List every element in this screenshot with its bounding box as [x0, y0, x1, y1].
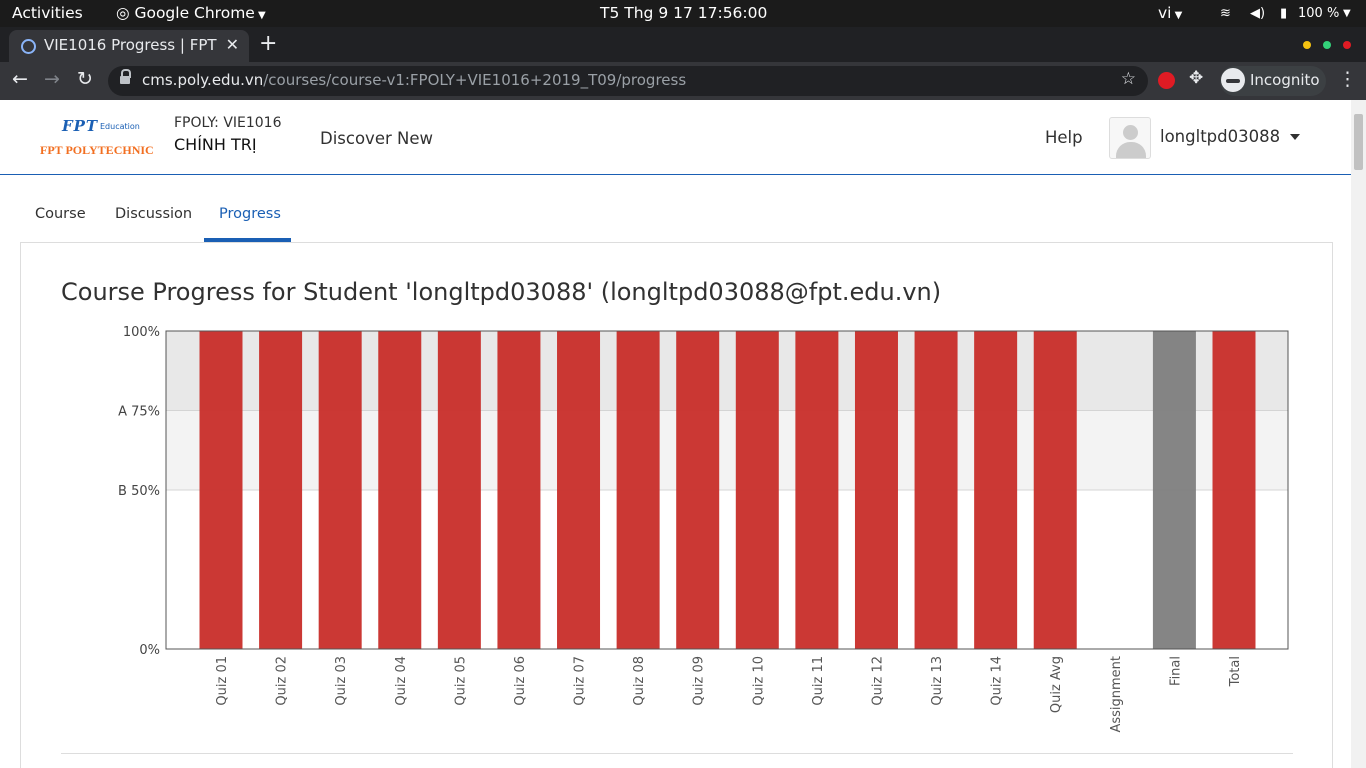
forward-icon[interactable]: → — [44, 68, 60, 90]
chrome-icon: ◎ — [116, 4, 135, 22]
chart-bar — [318, 331, 362, 649]
x-tick-label: Assignment — [1109, 656, 1124, 733]
chart-bar — [199, 331, 243, 649]
system-menu-chevron-icon[interactable]: ▼ — [1343, 8, 1351, 19]
system-top-bar: Activities ◎ Google Chrome ▼ T5 Thg 9 17… — [0, 0, 1366, 27]
chart-bar — [259, 331, 303, 649]
chart-bar — [974, 331, 1018, 649]
chart-bar — [378, 331, 422, 649]
x-tick-label: Quiz 10 — [751, 656, 766, 706]
chart-bar — [676, 331, 720, 649]
close-tab-icon[interactable]: ✕ — [226, 35, 239, 54]
x-tick-label: Quiz 13 — [930, 656, 945, 706]
x-tick-label: Quiz Avg — [1049, 656, 1064, 713]
tab-title: VIE1016 Progress | FPT — [44, 36, 217, 54]
chart-bar — [795, 331, 839, 649]
incognito-icon — [1221, 68, 1245, 92]
x-tick-label: Quiz 09 — [692, 656, 707, 706]
chart-bar — [914, 331, 958, 649]
new-tab-icon[interactable]: + — [259, 30, 277, 58]
x-tick-label: Quiz 12 — [870, 656, 885, 706]
x-tick-label: Final — [1168, 656, 1183, 686]
url-text: cms.poly.edu.vn/courses/course-v1:FPOLY+… — [142, 71, 687, 89]
x-tick-label: Total — [1228, 656, 1243, 687]
chart-bar — [557, 331, 601, 649]
chart-bar — [854, 331, 898, 649]
chart-bar — [1152, 331, 1196, 649]
minimize-icon[interactable] — [1303, 41, 1311, 49]
extension-icon[interactable] — [1158, 72, 1175, 89]
more-menu-icon[interactable]: ⋮ — [1338, 68, 1357, 90]
lock-icon — [120, 69, 131, 86]
chart-bar — [616, 331, 660, 649]
chart-bar — [1212, 331, 1256, 649]
back-icon[interactable]: ← — [12, 68, 28, 90]
browser-toolbar: ← → ↻ cms.poly.edu.vn/courses/course-v1:… — [0, 62, 1366, 100]
scrollbar[interactable] — [1351, 100, 1366, 768]
wifi-icon[interactable]: ≋ — [1220, 6, 1231, 21]
loading-icon — [21, 39, 36, 54]
x-tick-label: Quiz 06 — [513, 656, 528, 706]
incognito-indicator[interactable]: Incognito — [1220, 66, 1326, 96]
chevron-down-icon: ▼ — [254, 10, 266, 21]
extensions-puzzle-icon[interactable]: ✥ — [1189, 68, 1203, 88]
clock[interactable]: T5 Thg 9 17 17:56:00 — [600, 4, 767, 22]
grade-chart: Quiz 01 Quiz 02 Quiz 03 Quiz 04 Quiz 05 Quiz … — [118, 325, 1289, 733]
chart-bar — [497, 331, 541, 649]
x-tick-label: Quiz 02 — [275, 656, 290, 706]
x-tick-label: Quiz 08 — [632, 656, 647, 706]
y-tick-label: 0% — [139, 643, 160, 658]
activities-button[interactable]: Activities — [12, 4, 83, 22]
x-tick-label: Quiz 05 — [453, 656, 468, 706]
chart-bar — [437, 331, 481, 649]
x-tick-label: Quiz 07 — [573, 656, 588, 706]
browser-tab[interactable]: VIE1016 Progress | FPT ✕ — [9, 30, 249, 62]
y-tick-label: B 50% — [118, 484, 160, 499]
x-tick-label: Quiz 03 — [334, 656, 349, 706]
web-page: FPT Education FPT POLYTECHNIC FPOLY: VIE… — [0, 100, 1351, 768]
bookmark-star-icon[interactable]: ☆ — [1121, 69, 1136, 89]
x-tick-label: Quiz 04 — [394, 656, 409, 706]
reload-icon[interactable]: ↻ — [77, 68, 93, 90]
maximize-icon[interactable] — [1323, 41, 1331, 49]
chart-bar — [1033, 331, 1077, 649]
battery-icon[interactable]: ▮ — [1280, 6, 1287, 21]
y-tick-label: 100% — [123, 325, 160, 340]
x-tick-label: Quiz 01 — [215, 656, 230, 706]
browser-tab-strip: VIE1016 Progress | FPT ✕ — [0, 27, 1366, 62]
x-tick-label: Quiz 14 — [990, 656, 1005, 706]
chart-bar — [735, 331, 779, 649]
divider — [61, 753, 1293, 754]
input-language[interactable]: vi ▼ — [1158, 4, 1182, 22]
chevron-down-icon: ▼ — [1171, 10, 1183, 21]
close-window-icon[interactable] — [1343, 41, 1351, 49]
scrollbar-thumb[interactable] — [1354, 114, 1363, 170]
volume-icon[interactable]: ◀) — [1250, 6, 1265, 21]
address-bar[interactable]: cms.poly.edu.vn/courses/course-v1:FPOLY+… — [108, 66, 1148, 96]
x-tick-label: Quiz 11 — [811, 656, 826, 706]
battery-level: 100 % — [1298, 6, 1340, 21]
app-menu[interactable]: ◎ Google Chrome ▼ — [116, 4, 266, 22]
y-tick-label: A 75% — [118, 405, 160, 420]
